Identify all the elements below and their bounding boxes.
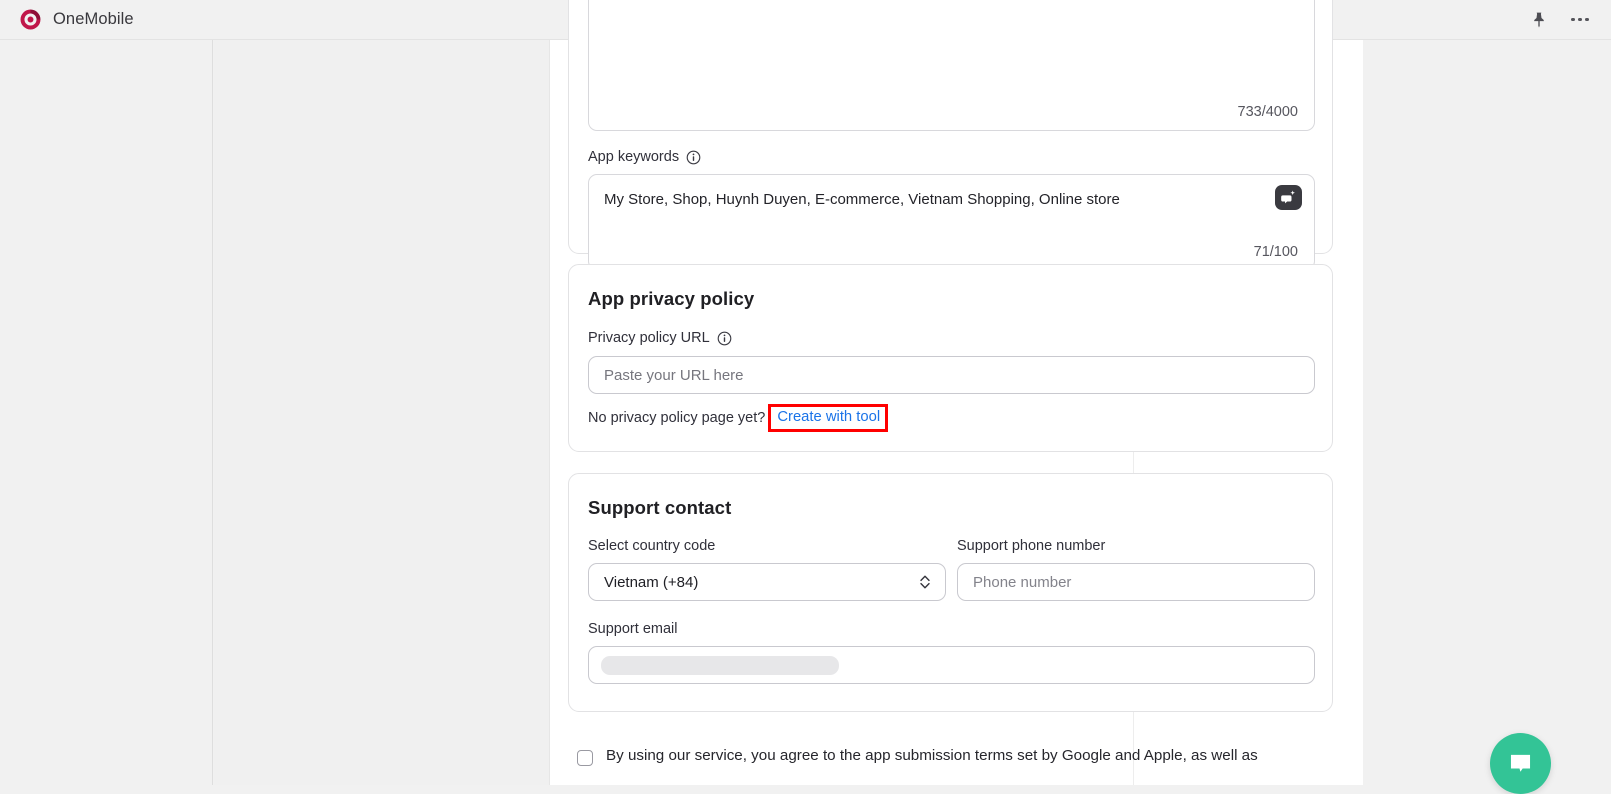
country-code-select[interactable]: Vietnam (+84) — [588, 563, 946, 601]
privacy-policy-hint-row: No privacy policy page yet? Create with … — [588, 404, 889, 432]
privacy-policy-hint-text: No privacy policy page yet? — [588, 409, 766, 426]
app-keywords-card: 733/4000 App keywords My Store, Shop, Hu… — [568, 0, 1333, 270]
app-keywords-label: App keywords — [588, 149, 701, 165]
privacy-policy-url-input[interactable]: Paste your URL here — [588, 356, 1315, 394]
app-keywords-value: My Store, Shop, Huynh Duyen, E-commerce,… — [604, 191, 1120, 208]
support-contact-card: Support contact Select country code Viet… — [568, 473, 1333, 712]
secondary-rail — [214, 40, 550, 785]
terms-row: By using our service, you agree to the a… — [577, 745, 1337, 766]
privacy-policy-title: App privacy policy — [588, 288, 755, 309]
description-char-counter: 733/4000 — [1237, 104, 1298, 120]
content-panel: 733/4000 App keywords My Store, Shop, Hu… — [550, 0, 1363, 785]
support-email-loading-skeleton — [601, 655, 839, 675]
keywords-char-counter: 71/100 — [1253, 244, 1298, 260]
pin-icon[interactable] — [1529, 10, 1549, 30]
page-body: 733/4000 App keywords My Store, Shop, Hu… — [0, 0, 1611, 794]
right-rail — [1364, 40, 1611, 785]
create-with-tool-highlight: Create with tool — [768, 404, 889, 432]
country-code-label: Select country code — [588, 538, 716, 554]
support-contact-title: Support contact — [588, 497, 732, 518]
brand[interactable]: OneMobile — [0, 8, 134, 31]
support-email-label: Support email — [588, 621, 678, 637]
country-code-value: Vietnam (+84) — [604, 573, 699, 591]
create-with-tool-link[interactable]: Create with tool — [777, 409, 880, 425]
terms-text: By using our service, you agree to the a… — [606, 747, 1258, 764]
info-icon[interactable] — [717, 331, 732, 346]
topbar-actions — [1529, 10, 1611, 30]
support-phone-placeholder: Phone number — [973, 573, 1072, 591]
app-keywords-label-text: App keywords — [588, 149, 680, 165]
chat-bubble-icon — [1510, 754, 1531, 772]
brand-name: OneMobile — [53, 10, 134, 28]
left-rail — [0, 40, 213, 785]
terms-checkbox[interactable] — [577, 750, 593, 766]
app-keywords-textarea[interactable]: My Store, Shop, Huynh Duyen, E-commerce,… — [588, 174, 1315, 270]
more-horizontal-icon[interactable] — [1571, 17, 1589, 22]
support-email-input[interactable] — [588, 646, 1315, 684]
ai-magic-glyph — [1281, 190, 1295, 204]
support-phone-input[interactable]: Phone number — [957, 563, 1315, 601]
privacy-policy-url-label: Privacy policy URL — [588, 330, 732, 346]
onemobile-logo-icon — [20, 9, 41, 30]
info-icon[interactable] — [686, 150, 701, 165]
privacy-policy-url-label-text: Privacy policy URL — [588, 330, 710, 346]
privacy-policy-url-placeholder: Paste your URL here — [604, 366, 744, 384]
app-description-textarea[interactable]: 733/4000 — [588, 0, 1315, 131]
ai-magic-icon[interactable] — [1275, 185, 1302, 210]
app-privacy-policy-card: App privacy policy Privacy policy URL Pa… — [568, 264, 1333, 452]
chevron-up-down-icon — [920, 575, 930, 589]
support-phone-label: Support phone number — [957, 538, 1106, 554]
